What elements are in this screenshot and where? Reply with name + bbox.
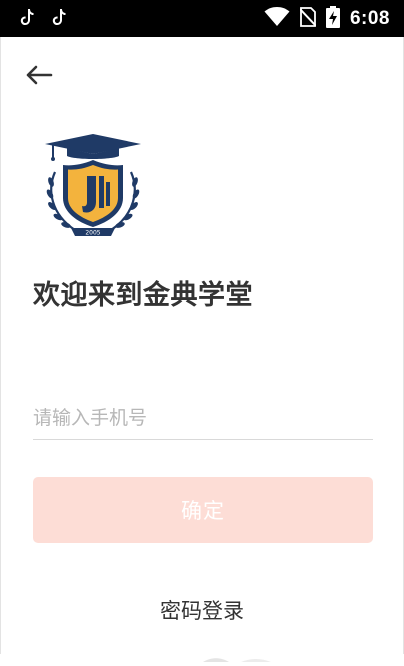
status-bar: 6:08 — [0, 0, 404, 37]
logo-year: 2005 — [85, 230, 100, 237]
confirm-button[interactable]: 确定 — [33, 477, 373, 543]
bottom-edge-decoration — [201, 647, 301, 662]
status-left — [20, 8, 66, 30]
password-login-link[interactable]: 密码登录 — [1, 595, 403, 625]
school-logo: 2005 — [41, 132, 145, 242]
no-sim-icon — [299, 7, 317, 31]
status-time: 6:08 — [349, 8, 390, 29]
welcome-title: 欢迎来到金典学堂 — [33, 280, 253, 311]
battery-charging-icon — [325, 6, 340, 32]
phone-number-input[interactable] — [33, 397, 373, 440]
login-screen: 2005 欢迎来到金典学堂 确定 密码登录 — [0, 37, 404, 662]
tiktok-icon — [20, 8, 34, 30]
arrow-left-icon — [25, 65, 53, 89]
wifi-icon — [264, 6, 290, 31]
status-right: 6:08 — [264, 6, 390, 32]
back-button[interactable] — [19, 61, 59, 93]
tiktok-icon — [52, 8, 66, 30]
